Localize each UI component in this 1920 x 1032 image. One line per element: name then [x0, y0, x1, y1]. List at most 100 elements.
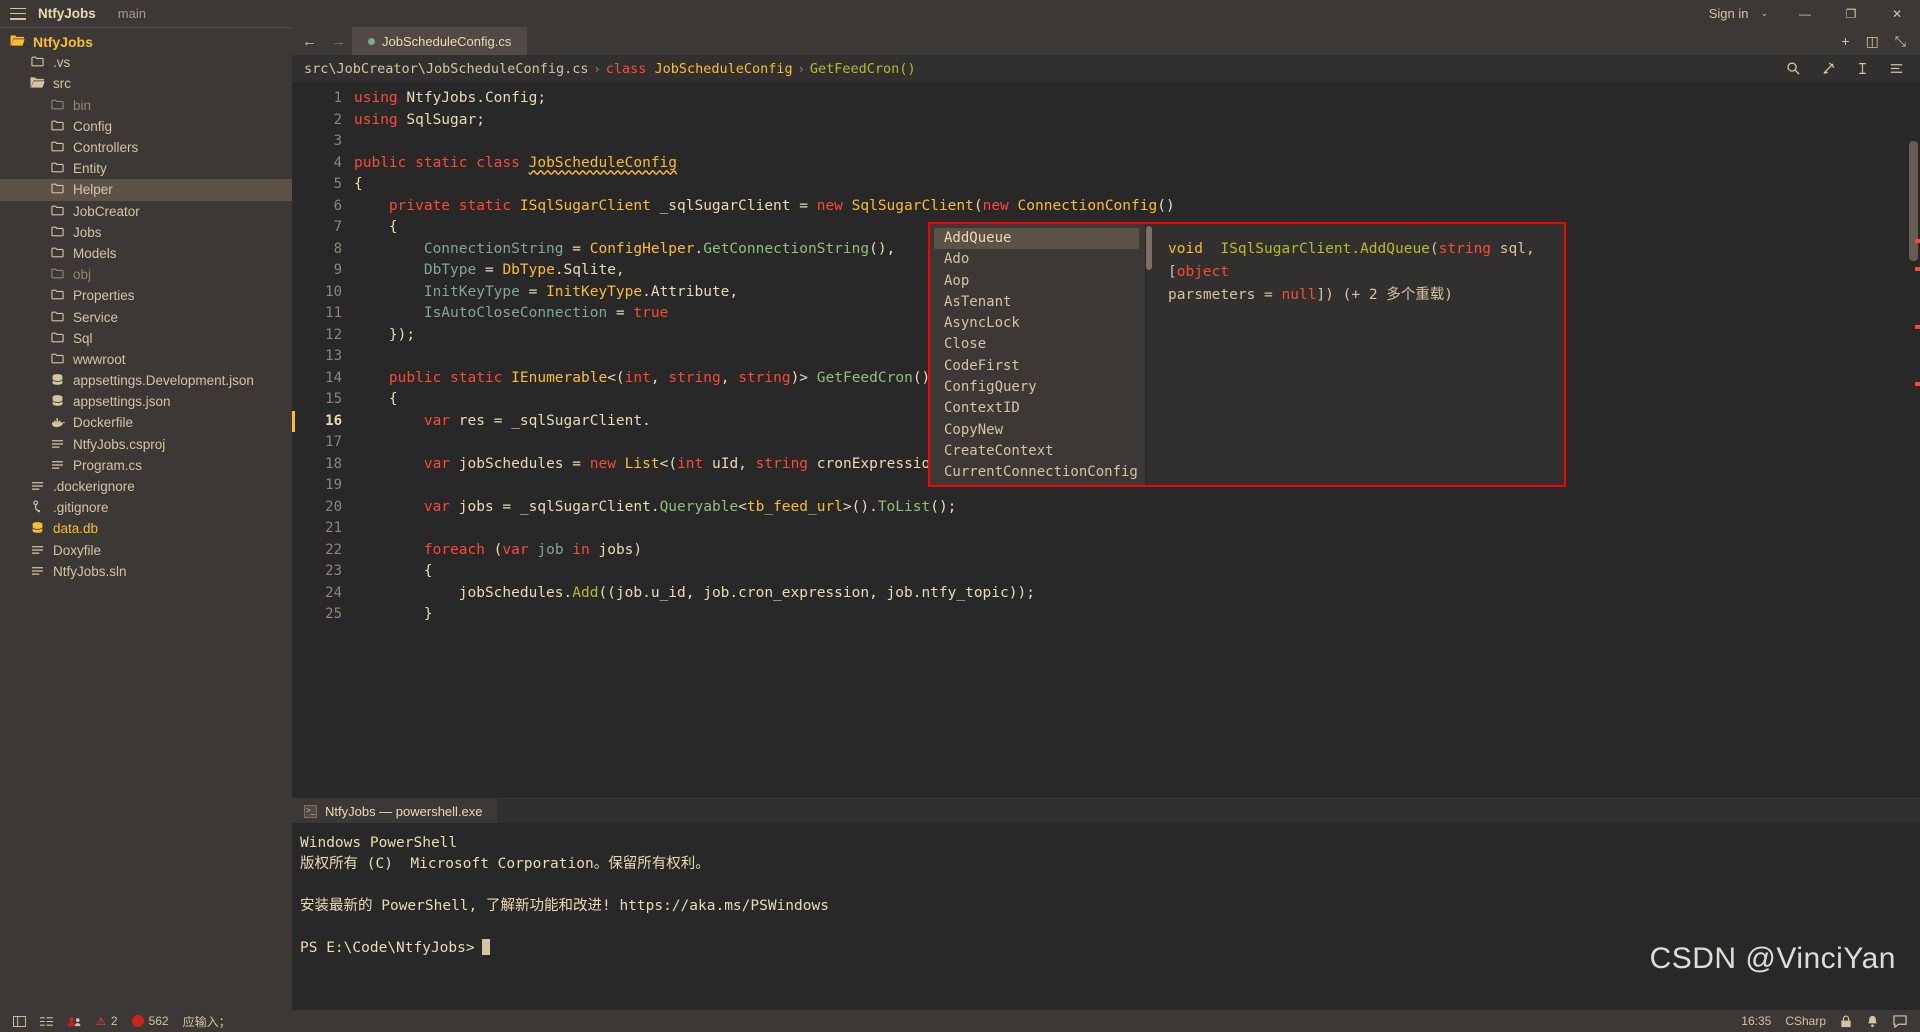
file-tree-item-helper[interactable]: Helper — [0, 179, 292, 201]
status-line-count[interactable]: 562 — [125, 1010, 176, 1032]
hamburger-icon[interactable] — [10, 7, 26, 20]
status-error-count[interactable]: ⚠ 2 — [89, 1010, 125, 1032]
scrollbar-thumb[interactable] — [1909, 141, 1918, 261]
maximize-button[interactable]: ❐ — [1828, 0, 1874, 27]
folder-icon — [48, 352, 67, 367]
completion-list[interactable]: AddQueue Ado Aop AsTenant AsyncLock Close Code… — [930, 224, 1146, 485]
file-tree-item-sql[interactable]: Sql — [0, 328, 292, 349]
completion-item[interactable]: Ado — [930, 249, 1145, 270]
completion-item[interactable]: CreateContext — [930, 441, 1145, 462]
code-line[interactable]: private static ISqlSugarClient _sqlSugar… — [354, 196, 1920, 218]
file-tree-item-dockerfile[interactable]: Dockerfile — [0, 412, 292, 433]
more-icon[interactable] — [1889, 61, 1904, 76]
back-icon[interactable]: ← — [302, 33, 317, 50]
file-tree-item-entity[interactable]: Entity — [0, 158, 292, 179]
bell-icon[interactable] — [1859, 1010, 1886, 1032]
file-tree-item-appsettings-development-json[interactable]: appsettings.Development.json — [0, 370, 292, 391]
split-editor-icon[interactable]: ◫ — [1866, 33, 1879, 50]
signature-param1-name: sql — [1491, 241, 1526, 257]
feedback-icon[interactable] — [1886, 1010, 1914, 1032]
add-tab-icon[interactable]: + — [1841, 33, 1849, 49]
status-list-icon[interactable] — [33, 1010, 60, 1032]
file-tree-item-ntfyjobs-csproj[interactable]: NtfyJobs.csproj — [0, 434, 292, 455]
folder-open-icon — [8, 34, 27, 49]
file-tree-item-config[interactable]: Config — [0, 116, 292, 137]
code-line[interactable]: public static class JobScheduleConfig — [354, 153, 1920, 175]
folder-open-icon — [28, 76, 47, 91]
search-icon[interactable] — [1786, 61, 1801, 76]
editor-scrollbar[interactable] — [1906, 137, 1920, 586]
forward-icon[interactable]: → — [331, 33, 346, 50]
file-tree-item-controllers[interactable]: Controllers — [0, 137, 292, 158]
file-tree-item-src[interactable]: src — [0, 73, 292, 94]
file-tree-item-wwwroot[interactable]: wwwroot — [0, 349, 292, 370]
lines-icon — [48, 438, 67, 451]
status-message: 应输入； — [182, 1014, 231, 1029]
lock-icon[interactable] — [1833, 1010, 1859, 1032]
file-tree-item-data-db[interactable]: data.db — [0, 518, 292, 539]
file-tree-item-properties[interactable]: Properties — [0, 285, 292, 306]
terminal-tab-powershell[interactable]: >_ NtfyJobs — powershell.exe — [292, 799, 497, 823]
file-tree-item-dockerignore[interactable]: .dockerignore — [0, 476, 292, 497]
branch-label[interactable]: main — [118, 6, 146, 21]
file-tree-item-appsettings-json[interactable]: appsettings.json — [0, 391, 292, 412]
close-button[interactable]: ✕ — [1874, 0, 1920, 27]
completion-item[interactable]: AddQueue — [934, 228, 1139, 250]
file-tree-item-ntfyjobs-sln[interactable]: NtfyJobs.sln — [0, 561, 292, 582]
file-tree-item-gitignore[interactable]: .gitignore — [0, 497, 292, 518]
file-tree-item-program-cs[interactable]: Program.cs — [0, 455, 292, 476]
completion-item[interactable]: Close — [930, 334, 1145, 355]
expand-icon[interactable]: ⤡ — [1895, 33, 1906, 50]
code-line[interactable]: { — [354, 174, 1920, 196]
status-people-icon[interactable] — [60, 1010, 89, 1032]
file-tree-item-models[interactable]: Models — [0, 243, 292, 264]
file-tree-item-doxyfile[interactable]: Doxyfile — [0, 540, 292, 561]
completion-item[interactable]: Aop — [930, 271, 1145, 292]
format-icon[interactable] — [1856, 61, 1869, 76]
code-editor[interactable]: 1 2 3 4 5 6 7 8 9 10 11 12 13 14 15 16 17 18 19 20 21 22 23 24 2… — [292, 82, 1920, 798]
code-line[interactable]: using NtfyJobs.Config; — [354, 88, 1920, 110]
code-line[interactable]: { — [354, 561, 1920, 583]
code-line[interactable] — [354, 518, 1920, 540]
code-line[interactable]: var jobs = _sqlSugarClient.Queryable<tb_… — [354, 497, 1920, 519]
signature-open-paren: ( — [1429, 241, 1439, 257]
breadcrumb-path[interactable]: src\JobCreator\JobScheduleConfig.cs — [304, 61, 588, 77]
completion-item[interactable]: CopyNew — [930, 420, 1145, 441]
completion-item[interactable]: AsyncLock — [930, 313, 1145, 334]
code-line[interactable] — [354, 131, 1920, 153]
code-line[interactable]: using SqlSugar; — [354, 110, 1920, 132]
intellisense-popup[interactable]: AddQueue Ado Aop AsTenant AsyncLock Close Code… — [928, 222, 1566, 487]
status-layout-icon[interactable] — [6, 1010, 33, 1032]
completion-scrollbar[interactable] — [1146, 224, 1152, 485]
file-tree-item-ntfyjobs[interactable]: NtfyJobs — [0, 31, 292, 52]
minimize-button[interactable]: — — [1782, 0, 1828, 27]
file-tree-item-obj[interactable]: obj — [0, 264, 292, 285]
file-explorer[interactable]: NtfyJobs .vs src bin Config Controllers Entity… — [0, 27, 292, 1010]
pin-icon[interactable] — [1821, 61, 1836, 76]
file-tree-item-jobcreator[interactable]: JobCreator — [0, 201, 292, 222]
tab-jobscheduleconfig[interactable]: JobScheduleConfig.cs — [352, 27, 528, 55]
file-tree-item-vs[interactable]: .vs — [0, 52, 292, 73]
signature-tooltip: void ISqlSugarClient.AddQueue(string sql… — [1152, 224, 1564, 485]
file-tree-item-jobs[interactable]: Jobs — [0, 222, 292, 243]
file-tree-item-service[interactable]: Service — [0, 306, 292, 327]
folder-icon — [48, 267, 67, 282]
completion-item[interactable]: AsTenant — [930, 292, 1145, 313]
breadcrumb-member[interactable]: GetFeedCron() — [810, 61, 916, 77]
breadcrumb-type[interactable]: JobScheduleConfig — [655, 61, 793, 77]
completion-item[interactable]: CodeFirst — [930, 356, 1145, 377]
chevron-down-icon[interactable]: ⌄ — [1760, 8, 1768, 19]
code-line[interactable]: jobSchedules.Add((job.u_id, job.cron_exp… — [354, 583, 1920, 605]
file-tree-item-bin[interactable]: bin — [0, 95, 292, 116]
line-number: 5 — [333, 176, 342, 192]
completion-item[interactable]: ConfigQuery — [930, 377, 1145, 398]
sign-in-button[interactable]: Sign in — [1703, 6, 1755, 21]
line-number: 23 — [325, 563, 342, 579]
code-line[interactable]: } — [354, 604, 1920, 626]
folder-icon — [48, 161, 67, 176]
completion-item[interactable]: ContextID — [930, 398, 1145, 419]
completion-item[interactable]: CurrentConnectionConfig — [930, 462, 1145, 483]
terminal-output[interactable]: Windows PowerShell 版权所有 (C) Microsoft Cor… — [292, 823, 1920, 1010]
status-language[interactable]: CSharp — [1778, 1010, 1833, 1032]
code-line[interactable]: foreach (var job in jobs) — [354, 540, 1920, 562]
